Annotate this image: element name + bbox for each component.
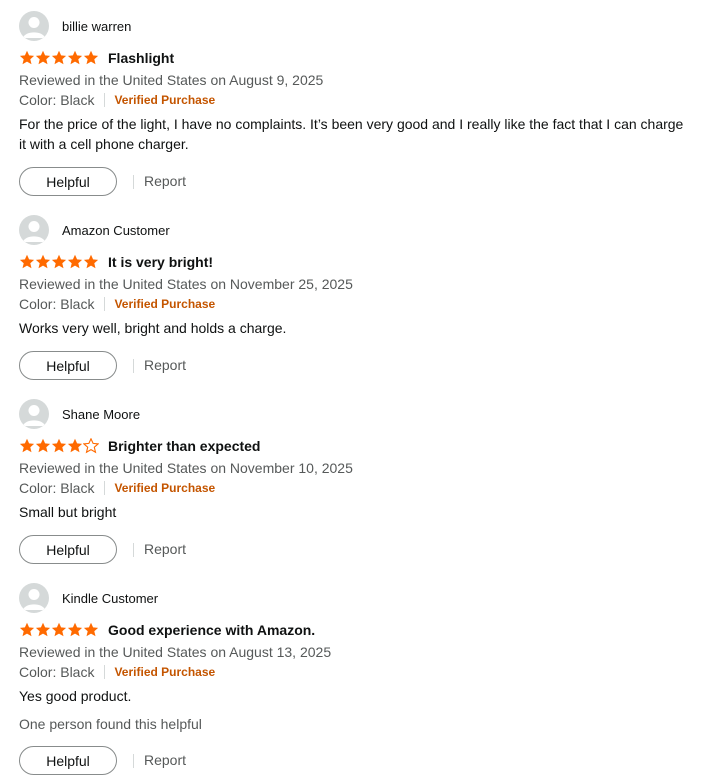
reviewer-name[interactable]: Amazon Customer — [62, 223, 170, 238]
helpful-button[interactable]: Helpful — [19, 746, 117, 775]
report-link[interactable]: Report — [144, 357, 186, 373]
star-filled-icon — [83, 622, 99, 637]
reviewer-name[interactable]: Shane Moore — [62, 407, 140, 422]
star-filled-icon — [67, 254, 83, 269]
star-filled-icon — [51, 622, 67, 637]
review-date: Reviewed in the United States on August … — [19, 72, 324, 88]
report-link[interactable]: Report — [144, 752, 186, 768]
review-body: Small but bright — [19, 504, 117, 520]
star-filled-icon — [35, 254, 51, 269]
person-icon — [23, 589, 45, 610]
product-variant[interactable]: Color: Black — [19, 662, 94, 682]
person-icon — [23, 221, 45, 242]
star-filled-icon — [67, 50, 83, 65]
person-icon — [23, 17, 45, 38]
product-variant[interactable]: Color: Black — [19, 90, 94, 110]
review-card: Amazon Customer It is very bright! Revie… — [19, 215, 689, 383]
action-divider — [133, 754, 134, 768]
star-filled-icon — [19, 622, 35, 637]
review-title[interactable]: Brighter than expected — [108, 438, 260, 454]
star-filled-icon — [19, 254, 35, 269]
action-divider — [133, 543, 134, 557]
action-divider — [133, 175, 134, 189]
review-card: Shane Moore Brighter than expected Revie… — [19, 399, 689, 567]
reviewer-name[interactable]: Kindle Customer — [62, 591, 158, 606]
star-filled-icon — [67, 622, 83, 637]
avatar — [19, 11, 49, 41]
avatar — [19, 215, 49, 245]
meta-divider — [104, 297, 106, 311]
review-title[interactable]: It is very bright! — [108, 254, 213, 270]
star-rating[interactable] — [19, 438, 99, 454]
reviewer-profile[interactable]: billie warren — [19, 11, 689, 41]
verified-purchase-badge[interactable]: Verified Purchase — [114, 662, 215, 682]
star-filled-icon — [83, 50, 99, 65]
review-date: Reviewed in the United States on August … — [19, 644, 332, 660]
meta-divider — [104, 481, 106, 495]
star-filled-icon — [19, 438, 35, 453]
review-title[interactable]: Good experience with Amazon. — [108, 622, 315, 638]
review-date: Reviewed in the United States on Novembe… — [19, 276, 353, 292]
reviewer-profile[interactable]: Shane Moore — [19, 399, 689, 429]
star-rating[interactable] — [19, 50, 99, 66]
reviewer-profile[interactable]: Amazon Customer — [19, 215, 689, 245]
person-icon — [23, 405, 45, 426]
verified-purchase-badge[interactable]: Verified Purchase — [114, 478, 215, 498]
star-filled-icon — [67, 438, 83, 453]
reviewer-name[interactable]: billie warren — [62, 19, 131, 34]
verified-purchase-badge[interactable]: Verified Purchase — [114, 294, 215, 314]
star-empty-icon — [83, 438, 99, 454]
star-filled-icon — [35, 50, 51, 65]
review-body: Works very well, bright and holds a char… — [19, 320, 287, 336]
report-link[interactable]: Report — [144, 173, 186, 189]
review-card: billie warren Flashlight Reviewed in the… — [19, 11, 689, 199]
star-filled-icon — [35, 622, 51, 637]
verified-purchase-badge[interactable]: Verified Purchase — [114, 90, 215, 110]
star-filled-icon — [51, 438, 67, 453]
review-date: Reviewed in the United States on Novembe… — [19, 460, 353, 476]
star-filled-icon — [83, 254, 99, 269]
star-filled-icon — [35, 438, 51, 453]
star-rating[interactable] — [19, 622, 99, 638]
avatar — [19, 583, 49, 613]
avatar — [19, 399, 49, 429]
product-variant[interactable]: Color: Black — [19, 294, 94, 314]
review-title[interactable]: Flashlight — [108, 50, 174, 66]
product-variant[interactable]: Color: Black — [19, 478, 94, 498]
helpful-button[interactable]: Helpful — [19, 167, 117, 196]
report-link[interactable]: Report — [144, 541, 186, 557]
star-filled-icon — [51, 254, 67, 269]
meta-divider — [104, 93, 106, 107]
action-divider — [133, 359, 134, 373]
meta-divider — [104, 665, 106, 679]
helpful-count: One person found this helpful — [19, 716, 202, 732]
review-body: For the price of the light, I have no co… — [19, 116, 684, 152]
star-filled-icon — [51, 50, 67, 65]
helpful-button[interactable]: Helpful — [19, 351, 117, 380]
review-body: Yes good product. — [19, 688, 132, 704]
reviewer-profile[interactable]: Kindle Customer — [19, 583, 689, 613]
star-filled-icon — [19, 50, 35, 65]
helpful-button[interactable]: Helpful — [19, 535, 117, 564]
review-card: Kindle Customer Good experience with Ama… — [19, 583, 689, 778]
star-rating[interactable] — [19, 254, 99, 270]
